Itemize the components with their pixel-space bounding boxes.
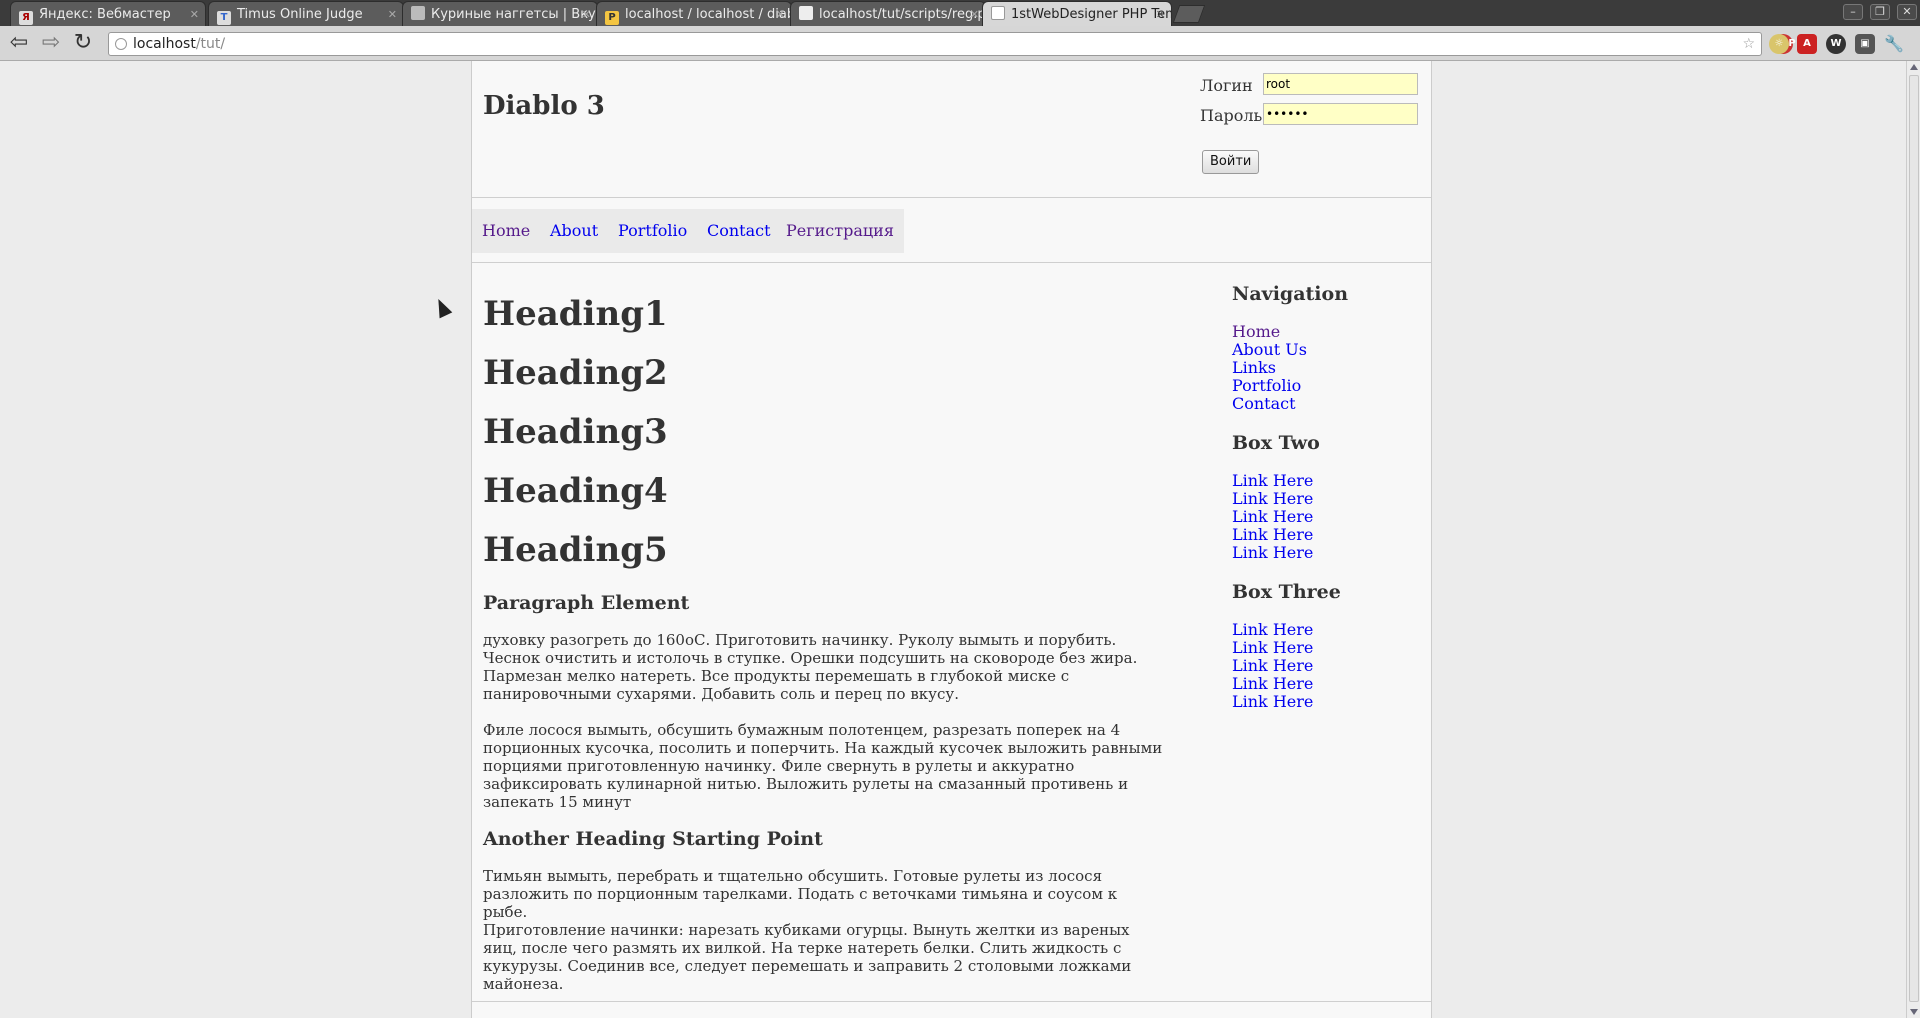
close-icon[interactable]: ✕ <box>190 2 199 26</box>
site-title: Diablo 3 <box>483 91 605 121</box>
menu-contact[interactable]: Contact <box>697 209 781 253</box>
star-icon[interactable]: ☆ <box>1742 33 1755 55</box>
timus-icon: T <box>217 11 231 25</box>
address-bar[interactable]: localhost/tut/ ☆ <box>108 32 1762 56</box>
sidebar-link-contact[interactable]: Contact <box>1232 395 1296 413</box>
yandex-icon: Я <box>19 11 33 25</box>
tab-reg[interactable]: localhost/tut/scripts/reg.p ✕ <box>790 1 986 26</box>
back-icon[interactable]: ⇦ <box>6 30 32 56</box>
sidebar-box-three-title: Box Three <box>1232 581 1341 603</box>
page-icon <box>411 6 425 20</box>
tab-title: 1stWebDesigner PHP Tem <box>1011 7 1172 22</box>
sidebar-box-two-link[interactable]: Link Here <box>1232 472 1313 490</box>
tab-strip: Я Яндекс: Вебмастер ✕ T Timus Online Judge… <box>0 0 1920 26</box>
password-input[interactable] <box>1263 103 1418 125</box>
page-viewport: Diablo 3 Логин Пароль Войти Home About P… <box>0 61 1906 1018</box>
close-icon[interactable]: ✕ <box>970 2 979 26</box>
address-host: localhost <box>133 36 196 52</box>
sidebar-link-about[interactable]: About Us <box>1232 341 1307 359</box>
heading-3: Heading3 <box>483 412 668 452</box>
tab-title: Яндекс: Вебмастер <box>39 7 171 22</box>
close-icon[interactable]: ✕ <box>582 2 591 26</box>
forward-icon[interactable]: ⇨ <box>38 30 64 56</box>
close-icon[interactable]: ✕ <box>388 2 397 26</box>
sidebar-box-three-link[interactable]: Link Here <box>1232 657 1313 675</box>
sidebar-navigation-title: Navigation <box>1232 283 1349 305</box>
menu-about[interactable]: About <box>540 209 609 253</box>
scroll-down-icon[interactable] <box>1910 1009 1918 1015</box>
tab-title: localhost / localhost / diab <box>625 7 792 22</box>
sidebar-box-three-link[interactable]: Link Here <box>1232 621 1313 639</box>
header-divider <box>472 197 1431 198</box>
paragraph-4: Приготовление начинки: нарезать кубиками… <box>483 921 1132 993</box>
tab-title: Куриные наггетсы | Вкус <box>431 7 598 22</box>
sidebar-box-three-link[interactable]: Link Here <box>1232 639 1313 657</box>
heading-5: Heading5 <box>483 530 668 570</box>
weather-icon[interactable]: ☼ <box>1769 34 1789 54</box>
heading-4: Heading4 <box>483 471 668 511</box>
scrollbar-thumb[interactable] <box>1909 75 1919 1002</box>
sidebar-link-home[interactable]: Home <box>1232 323 1280 341</box>
subheading-paragraph-element: Paragraph Element <box>483 592 690 614</box>
paragraph-3: Тимьян вымыть, перебрать и тщательно обс… <box>483 867 1118 921</box>
menu-registration[interactable]: Регистрация <box>776 209 904 253</box>
reload-icon[interactable]: ↻ <box>70 30 96 56</box>
close-icon[interactable]: ✕ <box>776 2 785 26</box>
sidebar-link-portfolio[interactable]: Portfolio <box>1232 377 1301 395</box>
close-window-icon[interactable]: ✕ <box>1897 4 1917 20</box>
footer-divider <box>472 1001 1431 1002</box>
menu-home[interactable]: Home <box>472 209 541 253</box>
login-button[interactable]: Войти <box>1202 150 1260 174</box>
sidebar-link-links[interactable]: Links <box>1232 359 1276 377</box>
vertical-scrollbar[interactable] <box>1906 61 1920 1018</box>
sidebar-box-two-link[interactable]: Link Here <box>1232 490 1313 508</box>
login-label: Логин <box>1200 76 1253 95</box>
subheading-another: Another Heading Starting Point <box>483 828 823 850</box>
paragraph-2: Филе лосося вымыть, обсушить бумажным по… <box>483 721 1163 811</box>
login-input[interactable] <box>1263 73 1418 95</box>
tab-nuggets[interactable]: Куриные наггетсы | Вкус ✕ <box>402 1 598 26</box>
menu-divider <box>472 262 1431 263</box>
sidebar-box-two-link[interactable]: Link Here <box>1232 544 1313 562</box>
new-tab-button[interactable] <box>1172 5 1206 23</box>
sidebar-box-two-link[interactable]: Link Here <box>1232 508 1313 526</box>
scroll-up-icon[interactable] <box>1910 64 1918 70</box>
restore-icon[interactable]: ❐ <box>1870 4 1890 20</box>
heading-1: Heading1 <box>483 294 668 334</box>
tab-title: localhost/tut/scripts/reg.p <box>819 7 986 22</box>
minimize-icon[interactable]: – <box>1843 4 1863 20</box>
tab-title: Timus Online Judge <box>237 7 363 22</box>
tab-yandex[interactable]: Я Яндекс: Вебмастер ✕ <box>10 1 206 26</box>
sidebar-box-two-link[interactable]: Link Here <box>1232 526 1313 544</box>
pdf-icon[interactable]: A <box>1797 34 1817 54</box>
sidebar-box-two-title: Box Two <box>1232 432 1320 454</box>
tab-active[interactable]: 1stWebDesigner PHP Tem ✕ <box>982 1 1172 26</box>
globe-icon <box>115 38 127 50</box>
close-icon[interactable]: ✕ <box>1156 2 1165 26</box>
address-path: /tut/ <box>195 36 226 52</box>
paragraph-1: духовку разогреть до 160оС. Приготовить … <box>483 631 1138 703</box>
tab-phpmyadmin[interactable]: Plocalhost / localhost / diab ✕ <box>596 1 792 26</box>
wordpress-icon[interactable]: W <box>1826 34 1846 54</box>
browser-toolbar: ⇦ ⇨ ↻ localhost/tut/ ☆ ABP ☼ A W ▣ 🔧 <box>0 26 1920 61</box>
menu-portfolio[interactable]: Portfolio <box>608 209 698 253</box>
document-icon <box>991 6 1005 20</box>
phpmyadmin-icon: P <box>605 11 619 25</box>
wrench-icon[interactable]: 🔧 <box>1884 34 1904 54</box>
extension-icon[interactable]: ▣ <box>1855 34 1875 54</box>
password-label: Пароль <box>1200 106 1263 125</box>
sidebar-box-three-link[interactable]: Link Here <box>1232 693 1313 711</box>
heading-2: Heading2 <box>483 353 668 393</box>
sidebar-box-three-link[interactable]: Link Here <box>1232 675 1313 693</box>
tab-timus[interactable]: T Timus Online Judge ✕ <box>208 1 404 26</box>
document-icon <box>799 6 813 20</box>
page-container: Diablo 3 Логин Пароль Войти Home About P… <box>471 61 1432 1018</box>
